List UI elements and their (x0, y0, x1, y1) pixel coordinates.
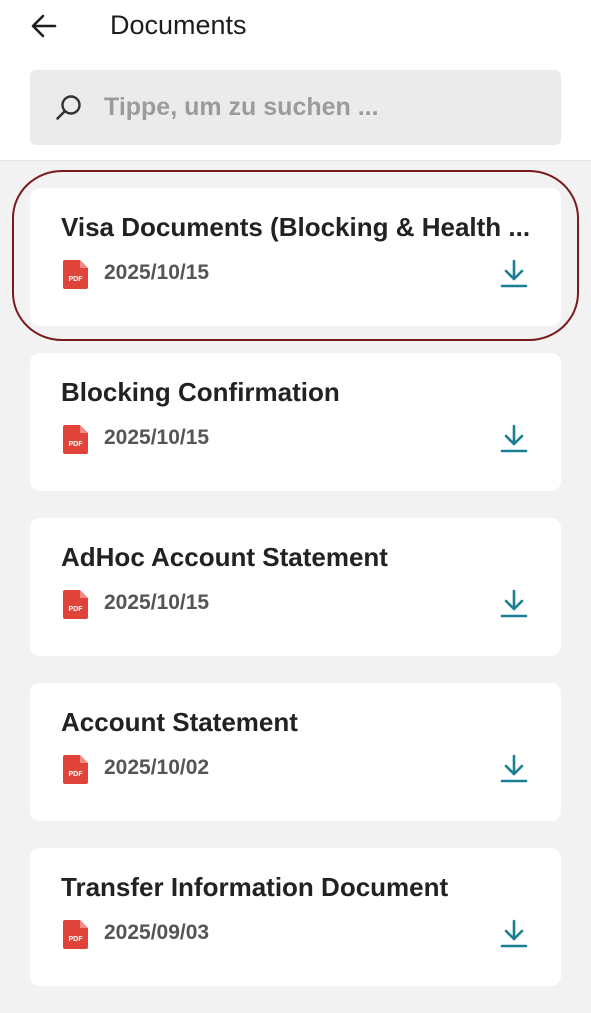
svg-text:PDF: PDF (69, 441, 84, 448)
search-input[interactable] (104, 93, 561, 122)
download-button[interactable] (496, 256, 532, 292)
document-title: AdHoc Account Statement (61, 542, 388, 572)
document-card[interactable]: Transfer Information Document PDF 2025/0… (30, 848, 561, 986)
svg-text:PDF: PDF (69, 936, 84, 943)
document-date: 2025/09/03 (104, 921, 210, 944)
svg-text:PDF: PDF (69, 606, 84, 613)
document-card[interactable]: Blocking Confirmation PDF 2025/10/15 (30, 353, 561, 491)
document-title: Blocking Confirmation (61, 377, 340, 407)
document-card[interactable]: Visa Documents (Blocking & Health ... PD… (30, 188, 561, 326)
document-title: Account Statement (61, 707, 298, 737)
app-header: Documents (0, 0, 591, 161)
pdf-file-icon: PDF (63, 590, 88, 619)
back-button[interactable] (26, 8, 62, 44)
document-date: 2025/10/15 (104, 591, 210, 614)
download-icon (500, 589, 528, 618)
document-card[interactable]: AdHoc Account Statement PDF 2025/10/15 (30, 518, 561, 656)
document-card[interactable]: Account Statement PDF 2025/10/02 (30, 683, 561, 821)
search-bar[interactable] (30, 70, 561, 145)
pdf-file-icon: PDF (63, 425, 88, 454)
pdf-file-icon: PDF (63, 920, 88, 949)
download-icon (500, 919, 528, 948)
document-date: 2025/10/15 (104, 426, 210, 449)
document-list: Visa Documents (Blocking & Health ... PD… (30, 188, 561, 1013)
document-title: Visa Documents (Blocking & Health ... (61, 212, 531, 242)
download-button[interactable] (496, 586, 532, 622)
pdf-file-icon: PDF (63, 260, 88, 289)
download-icon (500, 424, 528, 453)
document-date: 2025/10/02 (104, 756, 210, 779)
svg-text:PDF: PDF (69, 771, 84, 778)
document-date: 2025/10/15 (104, 261, 210, 284)
download-button[interactable] (496, 751, 532, 787)
document-title: Transfer Information Document (61, 872, 449, 902)
download-icon (500, 754, 528, 783)
pdf-file-icon: PDF (63, 755, 88, 784)
svg-text:PDF: PDF (69, 276, 84, 283)
arrow-left-icon (31, 14, 57, 38)
page-title: Documents (110, 10, 247, 40)
download-icon (500, 259, 528, 288)
search-icon (54, 93, 84, 123)
download-button[interactable] (496, 421, 532, 457)
download-button[interactable] (496, 916, 532, 952)
